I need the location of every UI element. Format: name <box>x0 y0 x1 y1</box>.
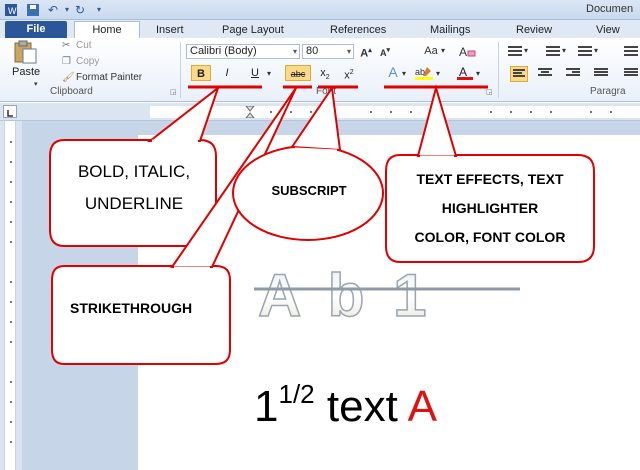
sample-superscript-fraction: 1/2 <box>278 379 315 409</box>
callout-subscript <box>232 85 384 241</box>
sample-formatted-text: 11/2 text A <box>254 368 437 433</box>
callout-text-effects-text: TEXT EFFECTS, TEXT HIGHLIGHTER COLOR, FO… <box>388 165 592 252</box>
word-window: W ↶ ▾ ↻ ▾ Documen File Home Insert Page … <box>0 0 640 470</box>
sample-number: 1 <box>254 382 279 431</box>
callout-strikethrough-text: STRIKETHROUGH <box>70 300 193 316</box>
callout-line: HIGHLIGHTER <box>441 200 539 216</box>
callout-line: COLOR, FONT COLOR <box>414 229 566 245</box>
sample-word: text <box>326 382 398 431</box>
callout-line: BOLD, ITALIC, <box>77 162 191 181</box>
callout-line: TEXT EFFECTS, TEXT <box>416 171 564 187</box>
callout-subscript-text: SUBSCRIPT <box>271 183 347 198</box>
callout-bold-italic-underline-text: BOLD, ITALIC, UNDERLINE <box>52 156 216 220</box>
effect-text-sample: A b 1 <box>258 262 432 329</box>
sample-red-letter: A <box>407 382 437 431</box>
callout-line: UNDERLINE <box>84 194 184 213</box>
